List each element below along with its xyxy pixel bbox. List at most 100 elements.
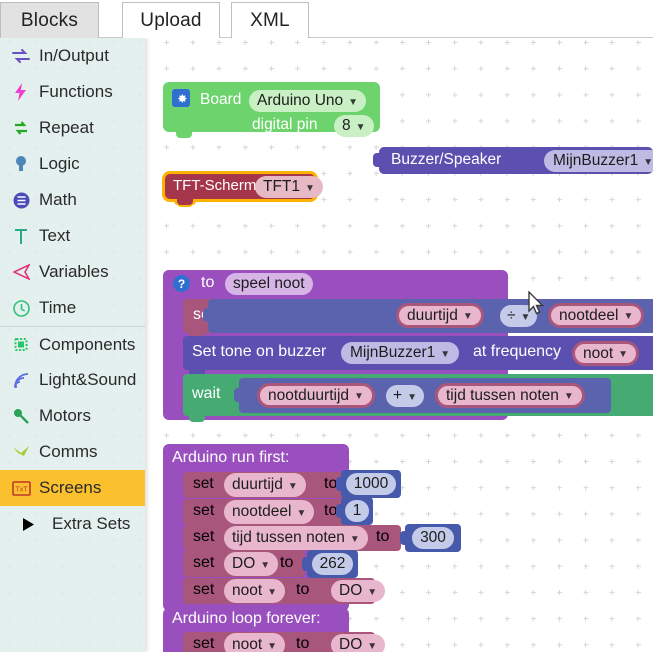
sidebar-item-label: Variables: [39, 262, 109, 281]
sidebar-item-motors[interactable]: Motors: [0, 398, 145, 434]
tab-blocks[interactable]: Blocks: [0, 2, 99, 38]
gear-icon: [172, 89, 190, 107]
tone-at-label: at frequency: [473, 343, 562, 360]
sidebar-item-screens[interactable]: TxT Screens: [0, 470, 145, 506]
wait-left-operand[interactable]: nootduurtijd ▼: [257, 383, 375, 408]
set-variable-dropdown[interactable]: noot ▼: [224, 579, 286, 603]
set-variable-dropdown[interactable]: duurtijd ▼: [224, 473, 306, 497]
tft-label: TFT-Scherm: [173, 177, 257, 194]
procedure-name-field[interactable]: speel noot: [225, 273, 313, 295]
tab-upload[interactable]: Upload: [122, 2, 220, 38]
block-set-tone[interactable]: Set tone on buzzer MijnBuzzer1 ▼ at frequ…: [183, 336, 653, 376]
tft-name-dropdown[interactable]: TFT1 ▼: [255, 176, 323, 198]
sidebar-item-extra-sets[interactable]: Extra Sets: [0, 506, 145, 542]
block-math-divide[interactable]: duurtijd ▼ ÷ ▼ nootdeel ▼: [203, 299, 653, 333]
number-field[interactable]: 300: [412, 527, 454, 549]
number-field[interactable]: 1000: [345, 473, 397, 495]
wait-label: wait: [192, 385, 221, 402]
block-number-262[interactable]: 262: [302, 550, 358, 578]
set-label: set: [193, 475, 214, 492]
block-board[interactable]: Board Arduino Uno ▼ digital pin 8 ▼: [163, 82, 380, 138]
set-to-label: to: [280, 554, 294, 571]
chip-icon: [9, 335, 33, 355]
block-math-plus[interactable]: nootduurtijd ▼ + ▼ tijd tussen noten ▼: [234, 378, 611, 413]
inout-icon: [9, 46, 33, 66]
sidebar-item-variables[interactable]: Variables: [0, 254, 145, 290]
chevron-down-icon: ▼: [367, 586, 378, 598]
sidebar-item-components[interactable]: Components: [0, 326, 145, 362]
sidebar-item-comms[interactable]: Comms: [0, 434, 145, 470]
sidebar-item-functions[interactable]: Functions: [0, 74, 145, 110]
sidebar-item-label: Extra Sets: [52, 514, 131, 533]
number-value: 1: [352, 502, 362, 519]
chevron-down-icon: ▼: [296, 507, 307, 519]
math-left-operand[interactable]: duurtijd ▼: [396, 303, 484, 328]
set-variable-dropdown[interactable]: nootdeel ▼: [224, 500, 315, 524]
chevron-down-icon: ▼: [520, 311, 531, 323]
block-set-do[interactable]: set DO ▼ to: [183, 551, 305, 577]
set-variable-dropdown[interactable]: noot ▼: [224, 633, 286, 652]
math-operator-dropdown[interactable]: ÷ ▼: [500, 305, 538, 327]
text-icon: [9, 226, 33, 246]
bulb-icon: [9, 154, 33, 174]
block-number-300[interactable]: 300: [400, 524, 461, 552]
loop-icon: [9, 118, 33, 138]
tab-xml[interactable]: XML: [231, 2, 309, 38]
chevron-down-icon: ▼: [563, 391, 574, 402]
tone-frequency-operand[interactable]: noot ▼: [572, 341, 640, 366]
block-number-1000[interactable]: 1000: [336, 470, 401, 498]
board-model-value: Arduino Uno: [257, 92, 344, 109]
block-set-noot-first[interactable]: set noot ▼ to DO ▼: [183, 578, 386, 604]
chevron-down-icon: ▼: [267, 640, 278, 652]
sidebar-item-label: Comms: [39, 442, 98, 461]
block-buzzer[interactable]: Buzzer/Speaker MijnBuzzer1 ▼: [373, 147, 653, 174]
tone-buzzer-dropdown[interactable]: MijnBuzzer1 ▼: [341, 342, 460, 364]
math-right-operand[interactable]: nootdeel ▼: [548, 303, 645, 328]
block-set-nootdeel[interactable]: set nootdeel ▼ to: [183, 499, 349, 525]
sidebar-item-text[interactable]: Text: [0, 218, 145, 254]
sidebar-item-label: Light&Sound: [39, 370, 137, 389]
set-variable-value: tijd tussen noten: [232, 529, 345, 546]
sidebar-item-in-output[interactable]: In/Output: [0, 38, 145, 74]
sidebar-item-light-and-sound[interactable]: Light&Sound: [0, 362, 145, 398]
procedure-header[interactable]: ? to speel noot: [163, 270, 346, 298]
buzzer-name-dropdown[interactable]: MijnBuzzer1 ▼: [544, 150, 653, 172]
sidebar-item-repeat[interactable]: Repeat: [0, 110, 145, 146]
set-label: set: [193, 502, 215, 519]
buzzer-name-value: MijnBuzzer1: [553, 152, 639, 169]
set-variable-dropdown[interactable]: DO ▼: [224, 552, 279, 576]
board-pin-dropdown[interactable]: 8 ▼: [334, 115, 374, 137]
block-set-noot-loop[interactable]: set noot ▼ to DO ▼: [183, 632, 386, 652]
set-to-label: to: [296, 635, 310, 652]
set-value-variable-dropdown[interactable]: DO ▼: [331, 634, 386, 652]
number-field[interactable]: 262: [311, 553, 354, 575]
sidebar-item-math[interactable]: Math: [0, 182, 145, 218]
set-value-variable-dropdown[interactable]: DO ▼: [331, 580, 386, 602]
sidebar-item-logic[interactable]: Logic: [0, 146, 145, 182]
toolbox-sidebar[interactable]: In/Output Functions Repeat Logic Math Te…: [0, 38, 145, 652]
number-plug: [336, 504, 343, 518]
block-number-1-first[interactable]: 1: [336, 497, 373, 525]
wait-right-operand[interactable]: tijd tussen noten ▼: [435, 383, 585, 408]
wait-operator-dropdown[interactable]: + ▼: [386, 385, 424, 407]
block-set-duurtijd[interactable]: set duurtijd ▼ to: [183, 472, 349, 498]
math-plus-plug: [234, 388, 241, 402]
math-left-value: duurtijd: [407, 306, 458, 324]
question-icon[interactable]: ?: [173, 275, 190, 292]
chevron-down-icon: ▼: [305, 182, 315, 194]
sidebar-item-label: Repeat: [39, 118, 94, 137]
blockly-workspace[interactable]: Board Arduino Uno ▼ digital pin 8 ▼ Buzzer…: [0, 38, 653, 652]
board-model-dropdown[interactable]: Arduino Uno ▼: [249, 90, 367, 112]
tone-frequency-value: noot: [583, 344, 614, 362]
tab-xml-label: XML: [250, 9, 290, 31]
chevron-down-icon: ▼: [462, 311, 473, 322]
chevron-down-icon: ▼: [287, 480, 298, 492]
buzzer-label: Buzzer/Speaker: [391, 151, 502, 168]
number-field[interactable]: 1: [344, 500, 370, 522]
block-set-tijd-tussen-noten[interactable]: set tijd tussen noten ▼ to: [183, 525, 401, 551]
math-operator-value: ÷: [507, 307, 516, 324]
set-variable-dropdown[interactable]: tijd tussen noten ▼: [224, 526, 368, 550]
sidebar-item-time[interactable]: Time: [0, 290, 145, 326]
set-variable-value: DO: [232, 555, 256, 572]
block-tft-screen[interactable]: TFT-Scherm TFT1 ▼: [165, 174, 323, 205]
